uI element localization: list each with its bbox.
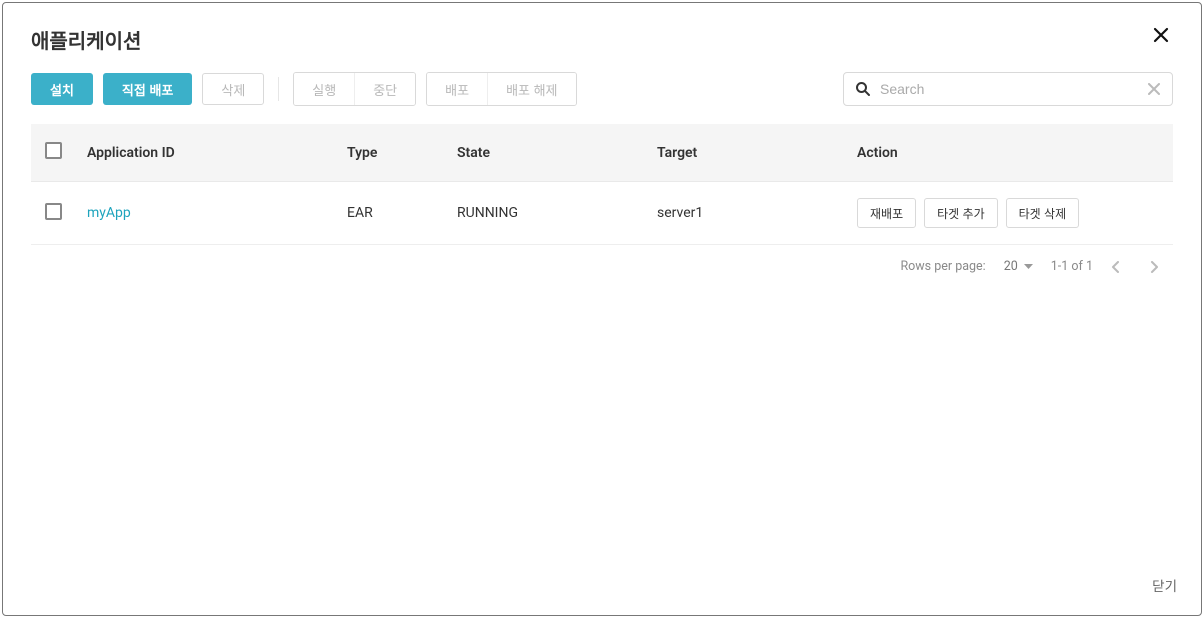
modal-footer: 닫기 bbox=[3, 559, 1201, 615]
row-checkbox[interactable] bbox=[45, 203, 62, 220]
deploy-undeploy-group: 배포 배포 해제 bbox=[426, 72, 576, 106]
applications-table: Application ID Type State Target Action … bbox=[31, 124, 1173, 245]
header-type: Type bbox=[335, 124, 445, 182]
clear-icon[interactable] bbox=[1146, 81, 1162, 97]
row-checkbox-cell bbox=[31, 182, 75, 245]
cell-target: server1 bbox=[645, 182, 845, 245]
header-target: Target bbox=[645, 124, 845, 182]
footer-close-button[interactable]: 닫기 bbox=[1148, 569, 1181, 601]
applications-modal: 애플리케이션 설치 직접 배포 삭제 실행 중단 배포 배포 해제 bbox=[2, 2, 1202, 616]
modal-header: 애플리케이션 bbox=[3, 3, 1201, 62]
close-icon[interactable] bbox=[1149, 25, 1173, 45]
toolbar-divider bbox=[278, 77, 279, 101]
search-box[interactable] bbox=[843, 72, 1173, 106]
header-app-id: Application ID bbox=[75, 124, 335, 182]
rows-per-page-label: Rows per page: bbox=[900, 259, 985, 274]
delete-button[interactable]: 삭제 bbox=[202, 73, 264, 105]
next-page-button[interactable] bbox=[1149, 261, 1169, 273]
deploy-button[interactable]: 배포 bbox=[427, 73, 488, 105]
cell-type: EAR bbox=[335, 182, 445, 245]
delete-target-button[interactable]: 타겟 삭제 bbox=[1006, 198, 1080, 228]
cell-state: RUNNING bbox=[445, 182, 645, 245]
undeploy-button[interactable]: 배포 해제 bbox=[488, 73, 575, 105]
direct-deploy-button[interactable]: 직접 배포 bbox=[103, 73, 192, 105]
install-button[interactable]: 설치 bbox=[31, 73, 93, 105]
prev-page-button[interactable] bbox=[1111, 261, 1131, 273]
table-area: Application ID Type State Target Action … bbox=[3, 124, 1201, 559]
header-action: Action bbox=[845, 124, 1173, 182]
stop-button[interactable]: 중단 bbox=[355, 73, 415, 105]
caret-down-icon bbox=[1024, 264, 1033, 270]
cell-actions: 재배포 타겟 추가 타겟 삭제 bbox=[845, 182, 1173, 245]
app-id-link[interactable]: myApp bbox=[87, 205, 131, 221]
search-input[interactable] bbox=[872, 81, 1146, 97]
select-all-checkbox[interactable] bbox=[45, 142, 62, 159]
redeploy-button[interactable]: 재배포 bbox=[857, 198, 916, 228]
cell-app-id: myApp bbox=[75, 182, 335, 245]
header-checkbox-cell bbox=[31, 124, 75, 182]
toolbar: 설치 직접 배포 삭제 실행 중단 배포 배포 해제 bbox=[3, 62, 1201, 124]
page-size-select[interactable]: 20 bbox=[1004, 259, 1033, 274]
table-row: myApp EAR RUNNING server1 재배포 타겟 추가 타겟 삭… bbox=[31, 182, 1173, 245]
page-range: 1-1 of 1 bbox=[1051, 259, 1093, 274]
page-size-value: 20 bbox=[1004, 259, 1018, 274]
add-target-button[interactable]: 타겟 추가 bbox=[924, 198, 998, 228]
run-button[interactable]: 실행 bbox=[294, 73, 355, 105]
modal-title: 애플리케이션 bbox=[31, 25, 141, 54]
search-icon bbox=[854, 80, 872, 98]
header-state: State bbox=[445, 124, 645, 182]
pagination: Rows per page: 20 1-1 of 1 bbox=[31, 245, 1173, 274]
table-header-row: Application ID Type State Target Action bbox=[31, 124, 1173, 182]
run-stop-group: 실행 중단 bbox=[293, 72, 416, 106]
